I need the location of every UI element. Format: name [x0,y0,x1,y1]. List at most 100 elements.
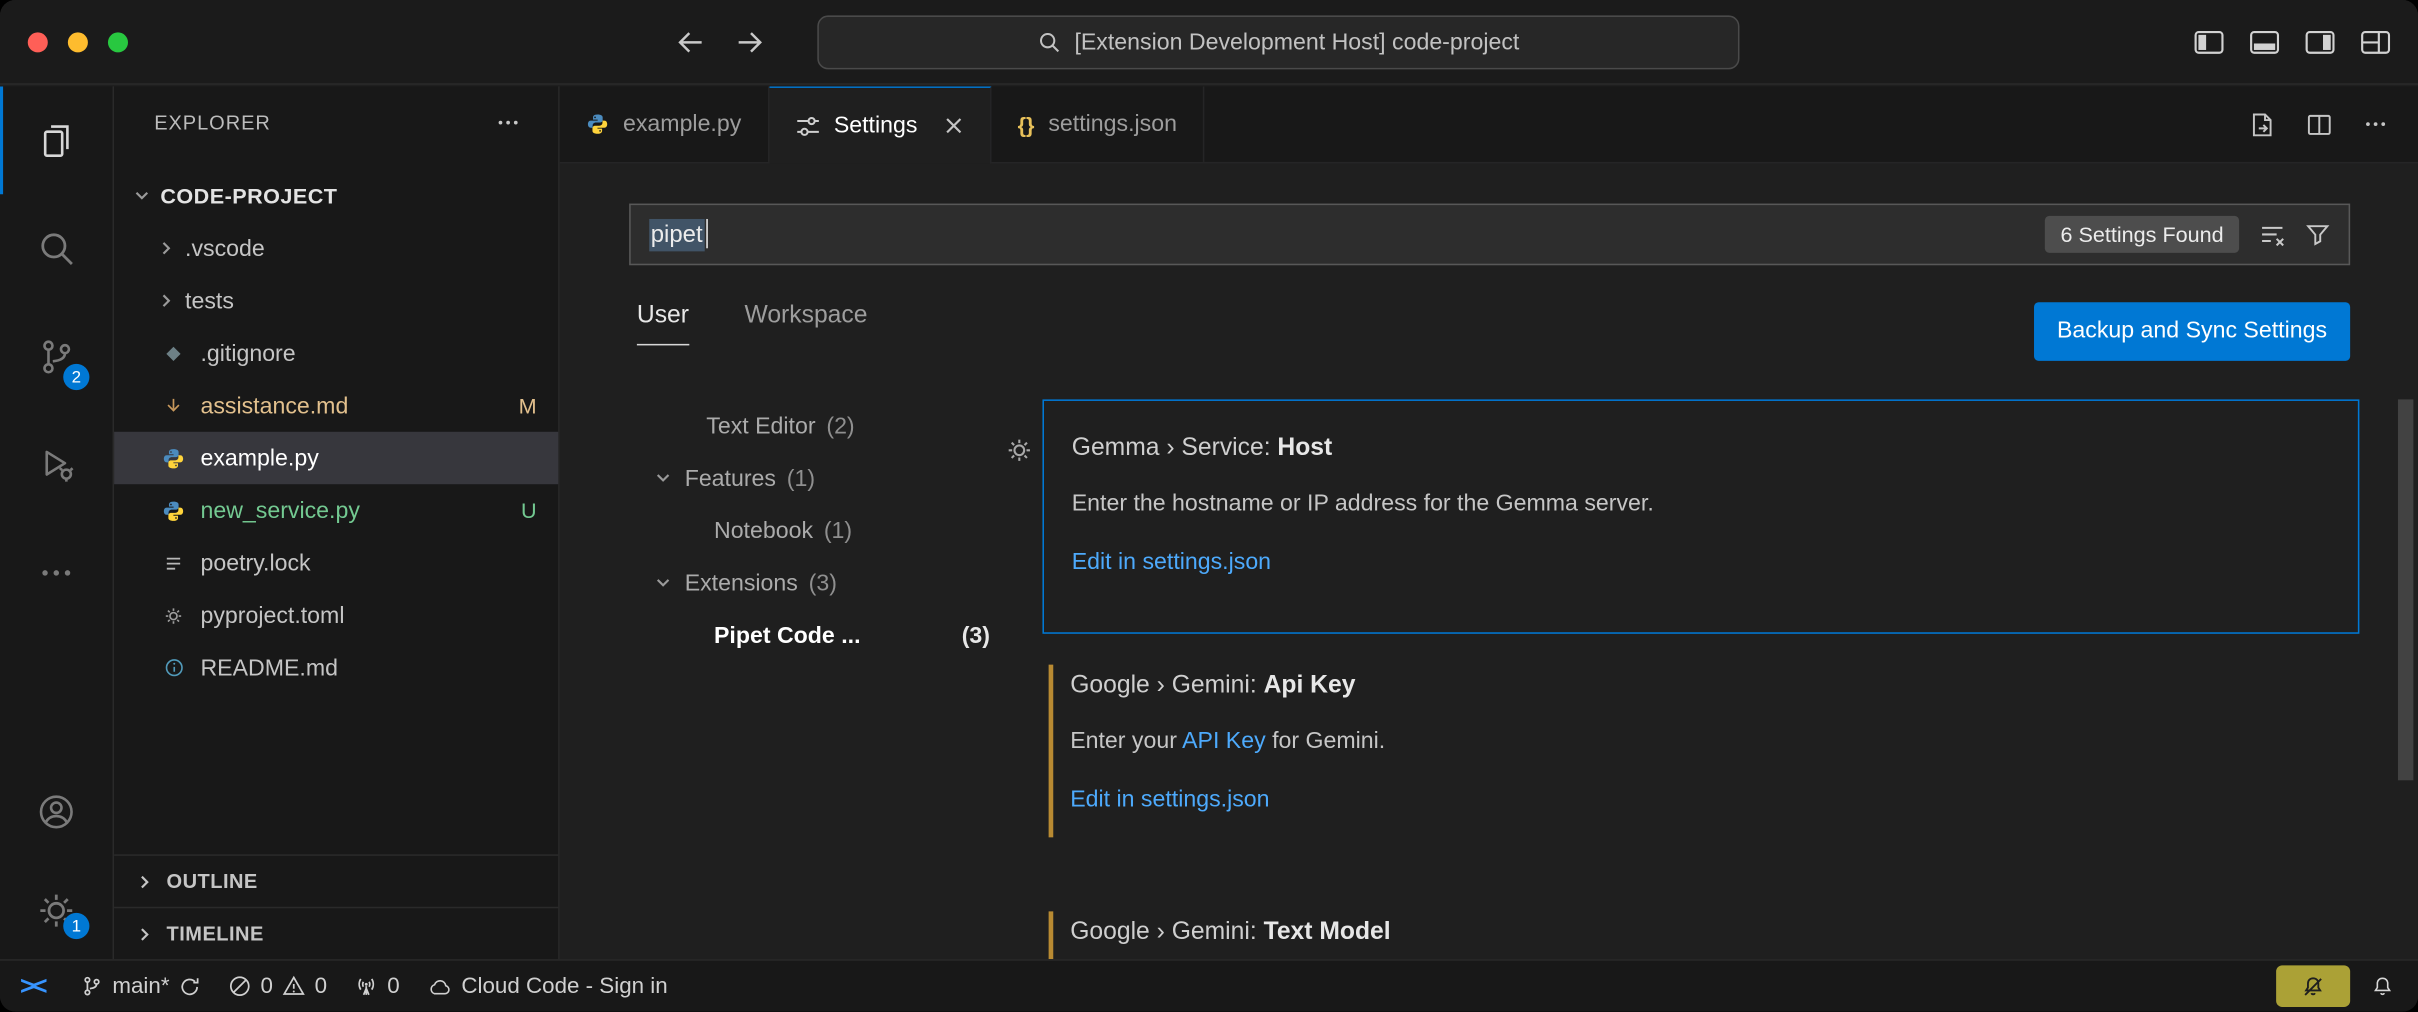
chevron-right-icon [157,239,176,258]
customize-layout-icon[interactable] [2361,30,2390,53]
source-control-view-icon[interactable]: 2 [0,302,113,410]
lines-icon [160,553,186,573]
backup-sync-settings-button[interactable]: Backup and Sync Settings [2034,302,2350,361]
api-key-link[interactable]: API Key [1182,728,1266,754]
chevron-right-icon [136,872,155,891]
close-tab-icon[interactable] [944,116,964,136]
sync-icon [179,975,201,997]
setting-gemma-service-host[interactable]: Gemma › Service: Host Enter the hostname… [1042,399,2359,633]
chevron-down-icon [654,574,673,593]
warning-icon [282,975,305,998]
explorer-title: EXPLORER [154,110,271,133]
timeline-section-header[interactable]: TIMELINE [114,907,558,959]
setting-google-gemini-api-key[interactable]: Google › Gemini: Api Key Enter your API … [1042,657,2359,817]
clear-search-filters-icon[interactable] [2259,221,2285,247]
tree-item-readme-md[interactable]: README.md [114,642,558,694]
toggle-secondary-sidebar-icon[interactable] [2305,30,2334,53]
activity-bar: 2 1 [0,86,114,959]
manage-gear-icon[interactable]: 1 [0,860,113,959]
scope-tab-user[interactable]: User [637,302,689,345]
toggle-primary-sidebar-icon[interactable] [2194,30,2223,53]
toc-item-pipet-code[interactable]: Pipet Code ... (3) [560,609,1043,661]
scope-tab-workspace[interactable]: Workspace [744,302,867,345]
setting-description: Enter the hostname or IP address for the… [1072,487,2330,521]
setting-title: Google › Gemini: Api Key [1070,669,2331,703]
editor-group: example.py Settings {} settings.json [560,86,2418,959]
notifications-bell-icon[interactable] [2370,974,2418,999]
tree-item-vscode[interactable]: .vscode [114,222,558,274]
chevron-down-icon [133,187,152,206]
setting-title: Gemma › Service: Host [1072,432,2330,466]
status-bar: >< main* 0 0 0 [0,959,2418,1011]
back-arrow-icon[interactable] [675,29,704,55]
markdown-icon [160,396,186,416]
git-status-badge: U [521,498,537,523]
explorer-view-icon[interactable] [0,86,113,194]
tree-item-gitignore[interactable]: .gitignore [114,327,558,379]
error-icon [228,975,251,998]
setting-description: Enter your API Key for Gemini. [1070,725,2331,759]
do-not-disturb-status[interactable] [2276,965,2350,1007]
minimize-window-button[interactable] [68,32,88,52]
tree-item-tests[interactable]: tests [114,274,558,326]
problems-status[interactable]: 0 0 [214,961,341,1012]
title-bar: [Extension Development Host] code-projec… [0,0,2418,85]
gear-icon [160,605,186,625]
text-caret [706,219,708,248]
cloud-code-status[interactable]: Cloud Code - Sign in [414,961,682,1012]
modified-indicator [1049,911,1054,959]
modified-indicator [1049,665,1054,838]
zoom-window-button[interactable] [108,32,128,52]
vertical-scrollbar[interactable] [2398,399,2413,780]
settings-list: Gemma › Service: Host Enter the hostname… [1042,399,2418,959]
settings-toc: Text Editor (2) Features (1) Notebook (1… [560,399,1043,959]
outline-section-header[interactable]: OUTLINE [114,854,558,906]
git-branch-status[interactable]: main* [66,961,214,1012]
tree-item-new-service-py[interactable]: new_service.py U [114,484,558,536]
run-debug-view-icon[interactable] [0,410,113,518]
close-window-button[interactable] [28,32,48,52]
edit-in-settings-json-link[interactable]: Edit in settings.json [1072,546,2330,580]
setting-google-gemini-text-model[interactable]: Google › Gemini: Text Model [1042,904,2359,950]
explorer-more-actions-icon[interactable] [495,109,521,135]
tree-item-code-project[interactable]: CODE-PROJECT [114,170,558,222]
search-view-icon[interactable] [0,194,113,302]
filter-icon[interactable] [2305,222,2330,247]
toc-item-notebook[interactable]: Notebook (1) [560,504,1043,556]
toc-item-extensions[interactable]: Extensions (3) [560,557,1043,609]
accounts-icon[interactable] [0,762,113,861]
tree-item-poetry-lock[interactable]: poetry.lock [114,537,558,589]
more-actions-icon[interactable] [2362,111,2388,137]
chevron-down-icon [654,469,673,488]
edit-in-settings-json-link[interactable]: Edit in settings.json [1070,783,2331,817]
settings-editor: pipet 6 Settings Found User Workspace [560,163,2418,959]
settings-sliders-icon [795,113,820,138]
python-icon [160,446,186,469]
info-icon [160,657,186,679]
setting-title: Google › Gemini: Text Model [1070,916,2331,950]
toggle-panel-icon[interactable] [2250,30,2279,53]
window-controls [28,32,128,52]
toc-item-text-editor[interactable]: Text Editor (2) [560,399,1043,451]
source-control-badge: 2 [63,364,89,390]
search-icon [1037,31,1060,54]
tree-item-example-py[interactable]: example.py [114,432,558,484]
tree-item-pyproject-toml[interactable]: pyproject.toml [114,589,558,641]
git-branch-icon [80,975,103,998]
forward-arrow-icon[interactable] [736,29,765,55]
settings-search-input[interactable]: pipet 6 Settings Found [629,204,2350,266]
split-editor-icon[interactable] [2305,110,2333,138]
ports-status[interactable]: 0 [341,961,414,1012]
open-settings-json-icon[interactable] [2248,110,2276,138]
tab-settings[interactable]: Settings [769,86,991,163]
remote-indicator[interactable]: >< [0,971,66,1002]
command-center[interactable]: [Extension Development Host] code-projec… [817,15,1739,69]
toc-item-features[interactable]: Features (1) [560,452,1043,504]
radio-tower-icon [355,975,378,998]
tab-settings-json[interactable]: {} settings.json [991,86,1204,162]
tree-item-assistance-md[interactable]: assistance.md M [114,379,558,431]
git-status-badge: M [519,393,537,418]
tab-example-py[interactable]: example.py [560,86,769,162]
setting-gear-icon[interactable] [1005,436,1033,464]
additional-views-icon[interactable] [0,518,113,626]
